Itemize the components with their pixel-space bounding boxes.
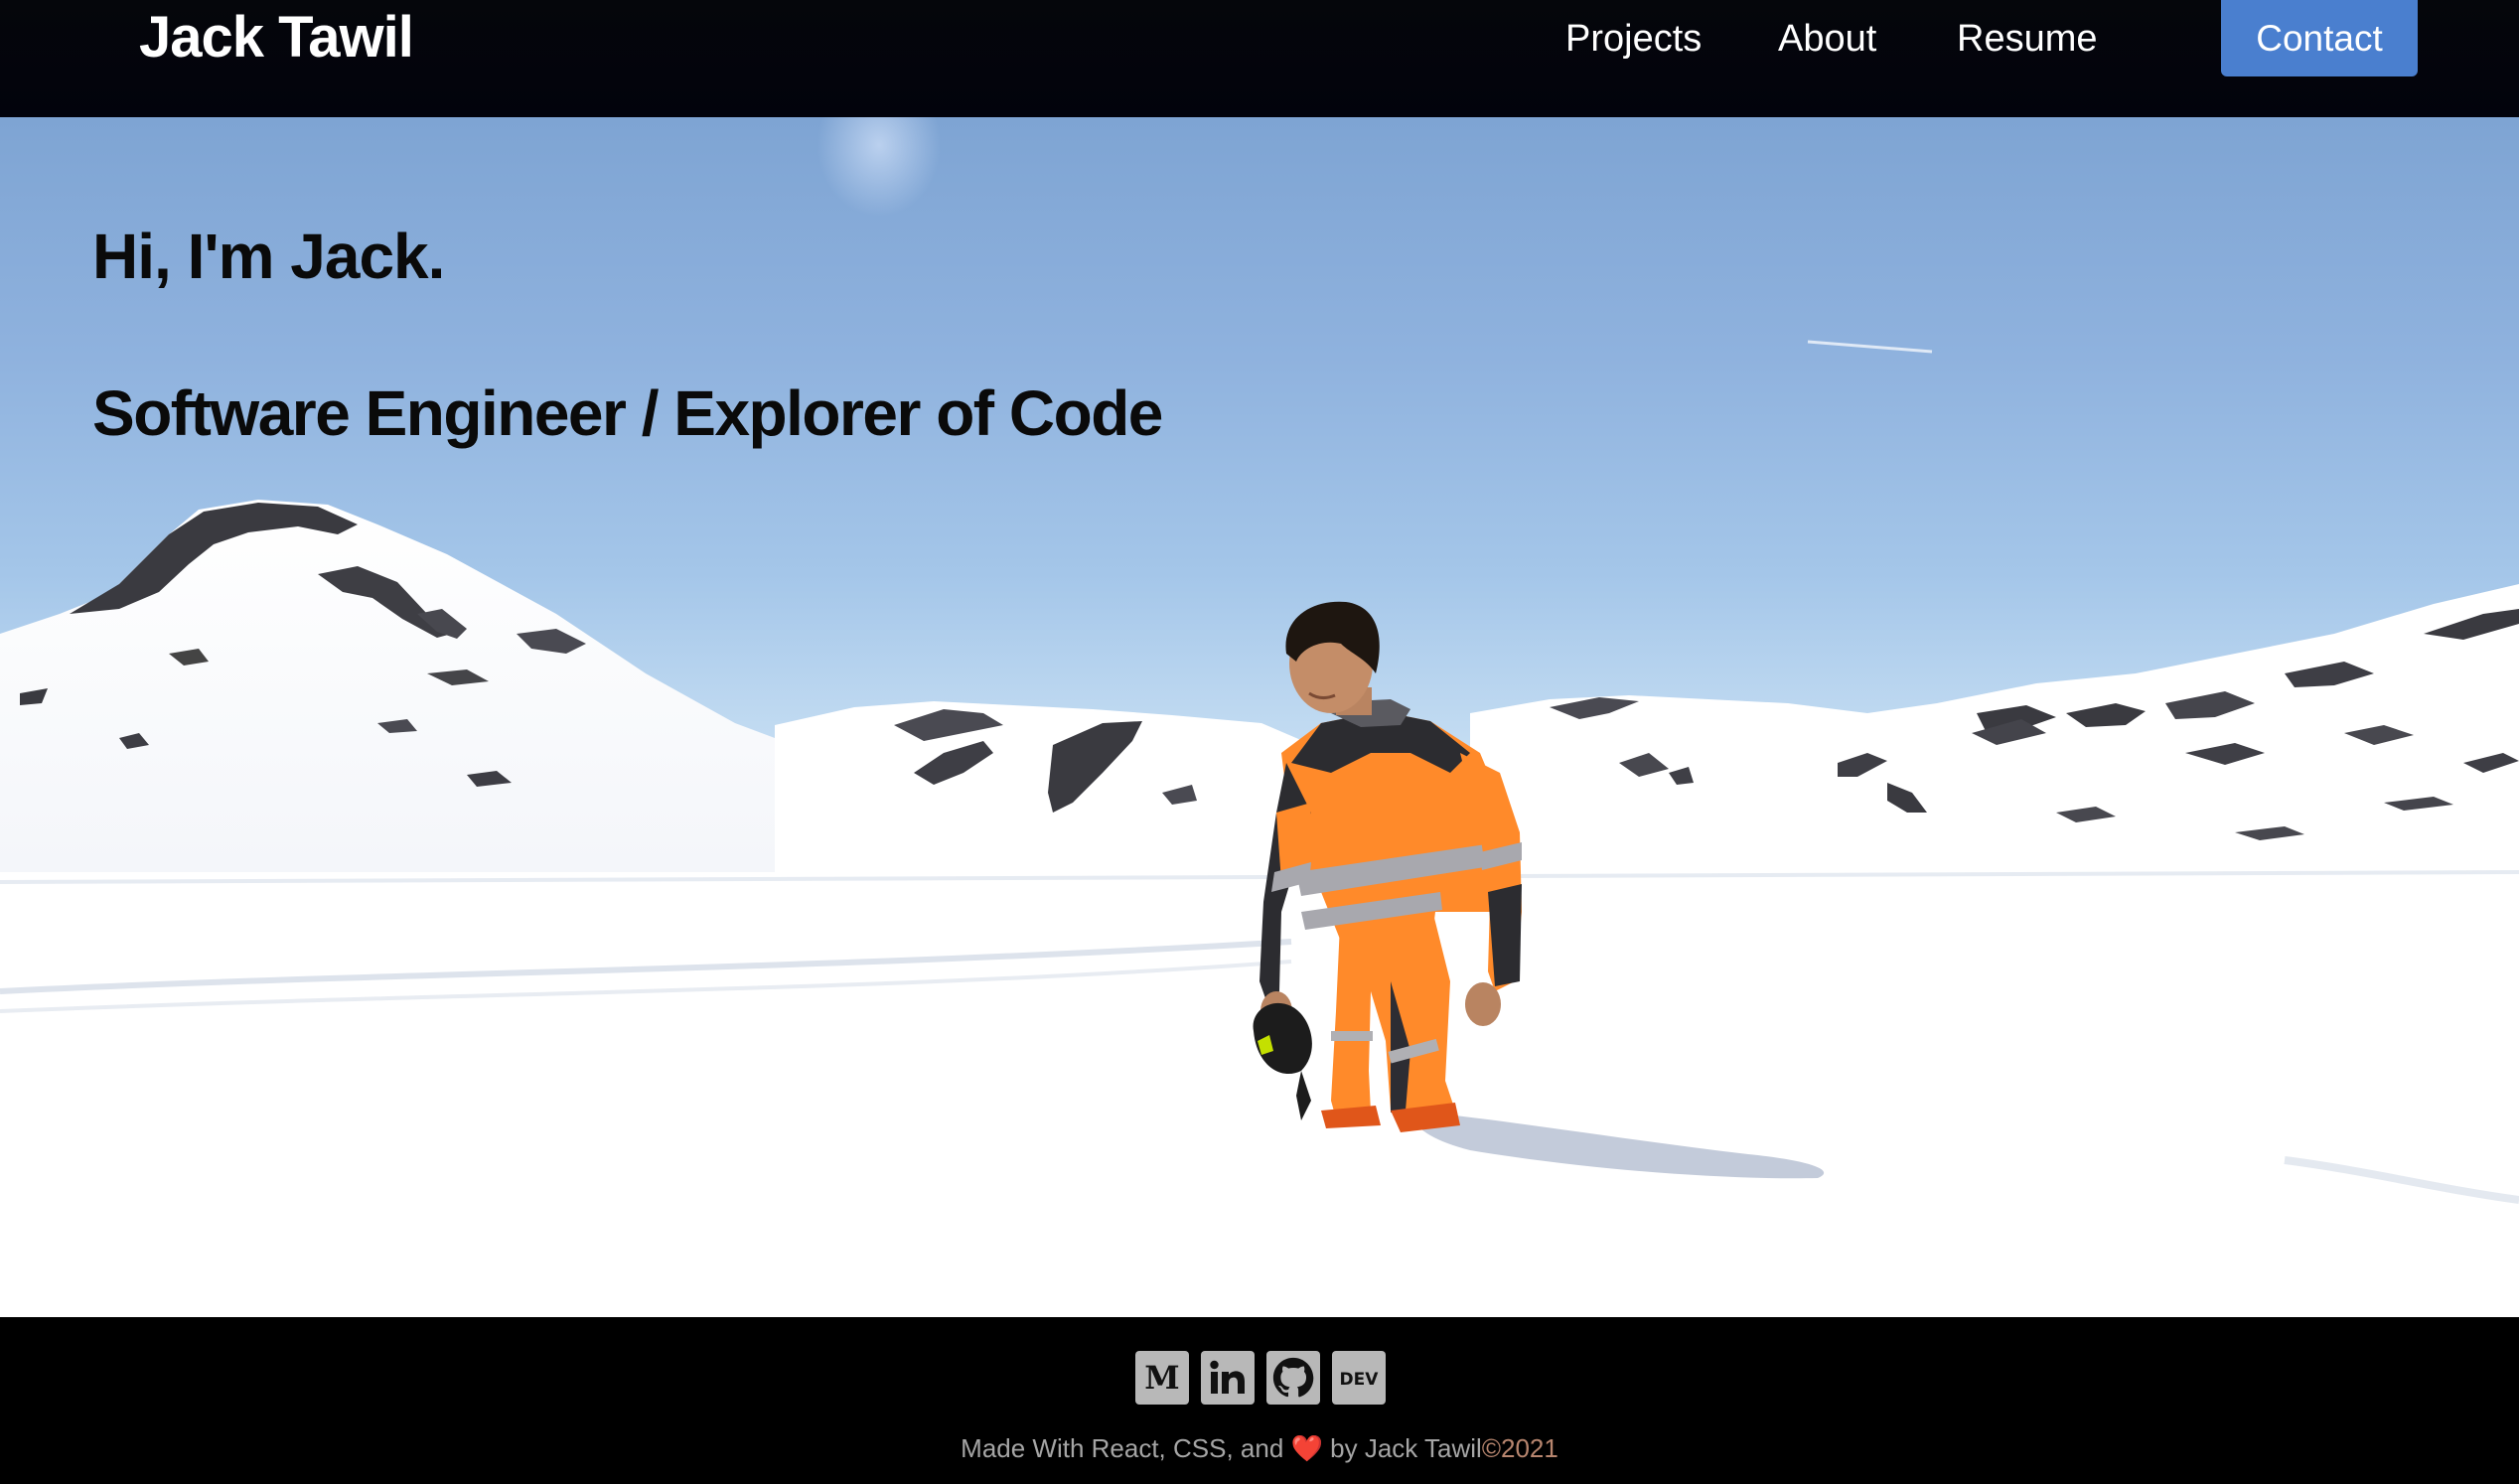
- dev-icon-label: DEV: [1340, 1370, 1380, 1390]
- page-footer: M DEV Made With React, CSS, and ❤️ by Ja…: [0, 1317, 2519, 1484]
- hero-background-photo: [0, 117, 2519, 1317]
- copyright-year: ©2021: [1481, 1433, 1558, 1463]
- credit-prefix: Made With React, CSS, and: [961, 1433, 1284, 1463]
- nav-link-about[interactable]: About: [1778, 12, 1876, 66]
- contact-button[interactable]: Contact: [2221, 0, 2418, 76]
- nav-link-projects[interactable]: Projects: [1565, 12, 1702, 66]
- top-navbar: Jack Tawil Projects About Resume Contact: [0, 0, 2519, 117]
- social-links: M DEV: [1135, 1351, 1386, 1405]
- footer-credit: Made With React, CSS, and ❤️ by Jack Taw…: [0, 1430, 2519, 1466]
- nav-link-resume[interactable]: Resume: [1957, 12, 2098, 66]
- dev-icon[interactable]: DEV: [1332, 1351, 1386, 1405]
- hero-subtitle: Software Engineer / Explorer of Code: [92, 377, 1163, 449]
- credit-suffix: by Jack Tawil: [1330, 1433, 1482, 1463]
- hero-section: Hi, I'm Jack. Software Engineer / Explor…: [0, 117, 2519, 1317]
- github-icon[interactable]: [1266, 1351, 1320, 1405]
- hero-title: Hi, I'm Jack.: [92, 221, 445, 292]
- svg-text:M: M: [1144, 1361, 1179, 1395]
- heart-icon: ❤️: [1290, 1433, 1323, 1463]
- medium-icon[interactable]: M: [1135, 1351, 1189, 1405]
- linkedin-icon[interactable]: [1201, 1351, 1255, 1405]
- brand-logo[interactable]: Jack Tawil: [139, 2, 414, 74]
